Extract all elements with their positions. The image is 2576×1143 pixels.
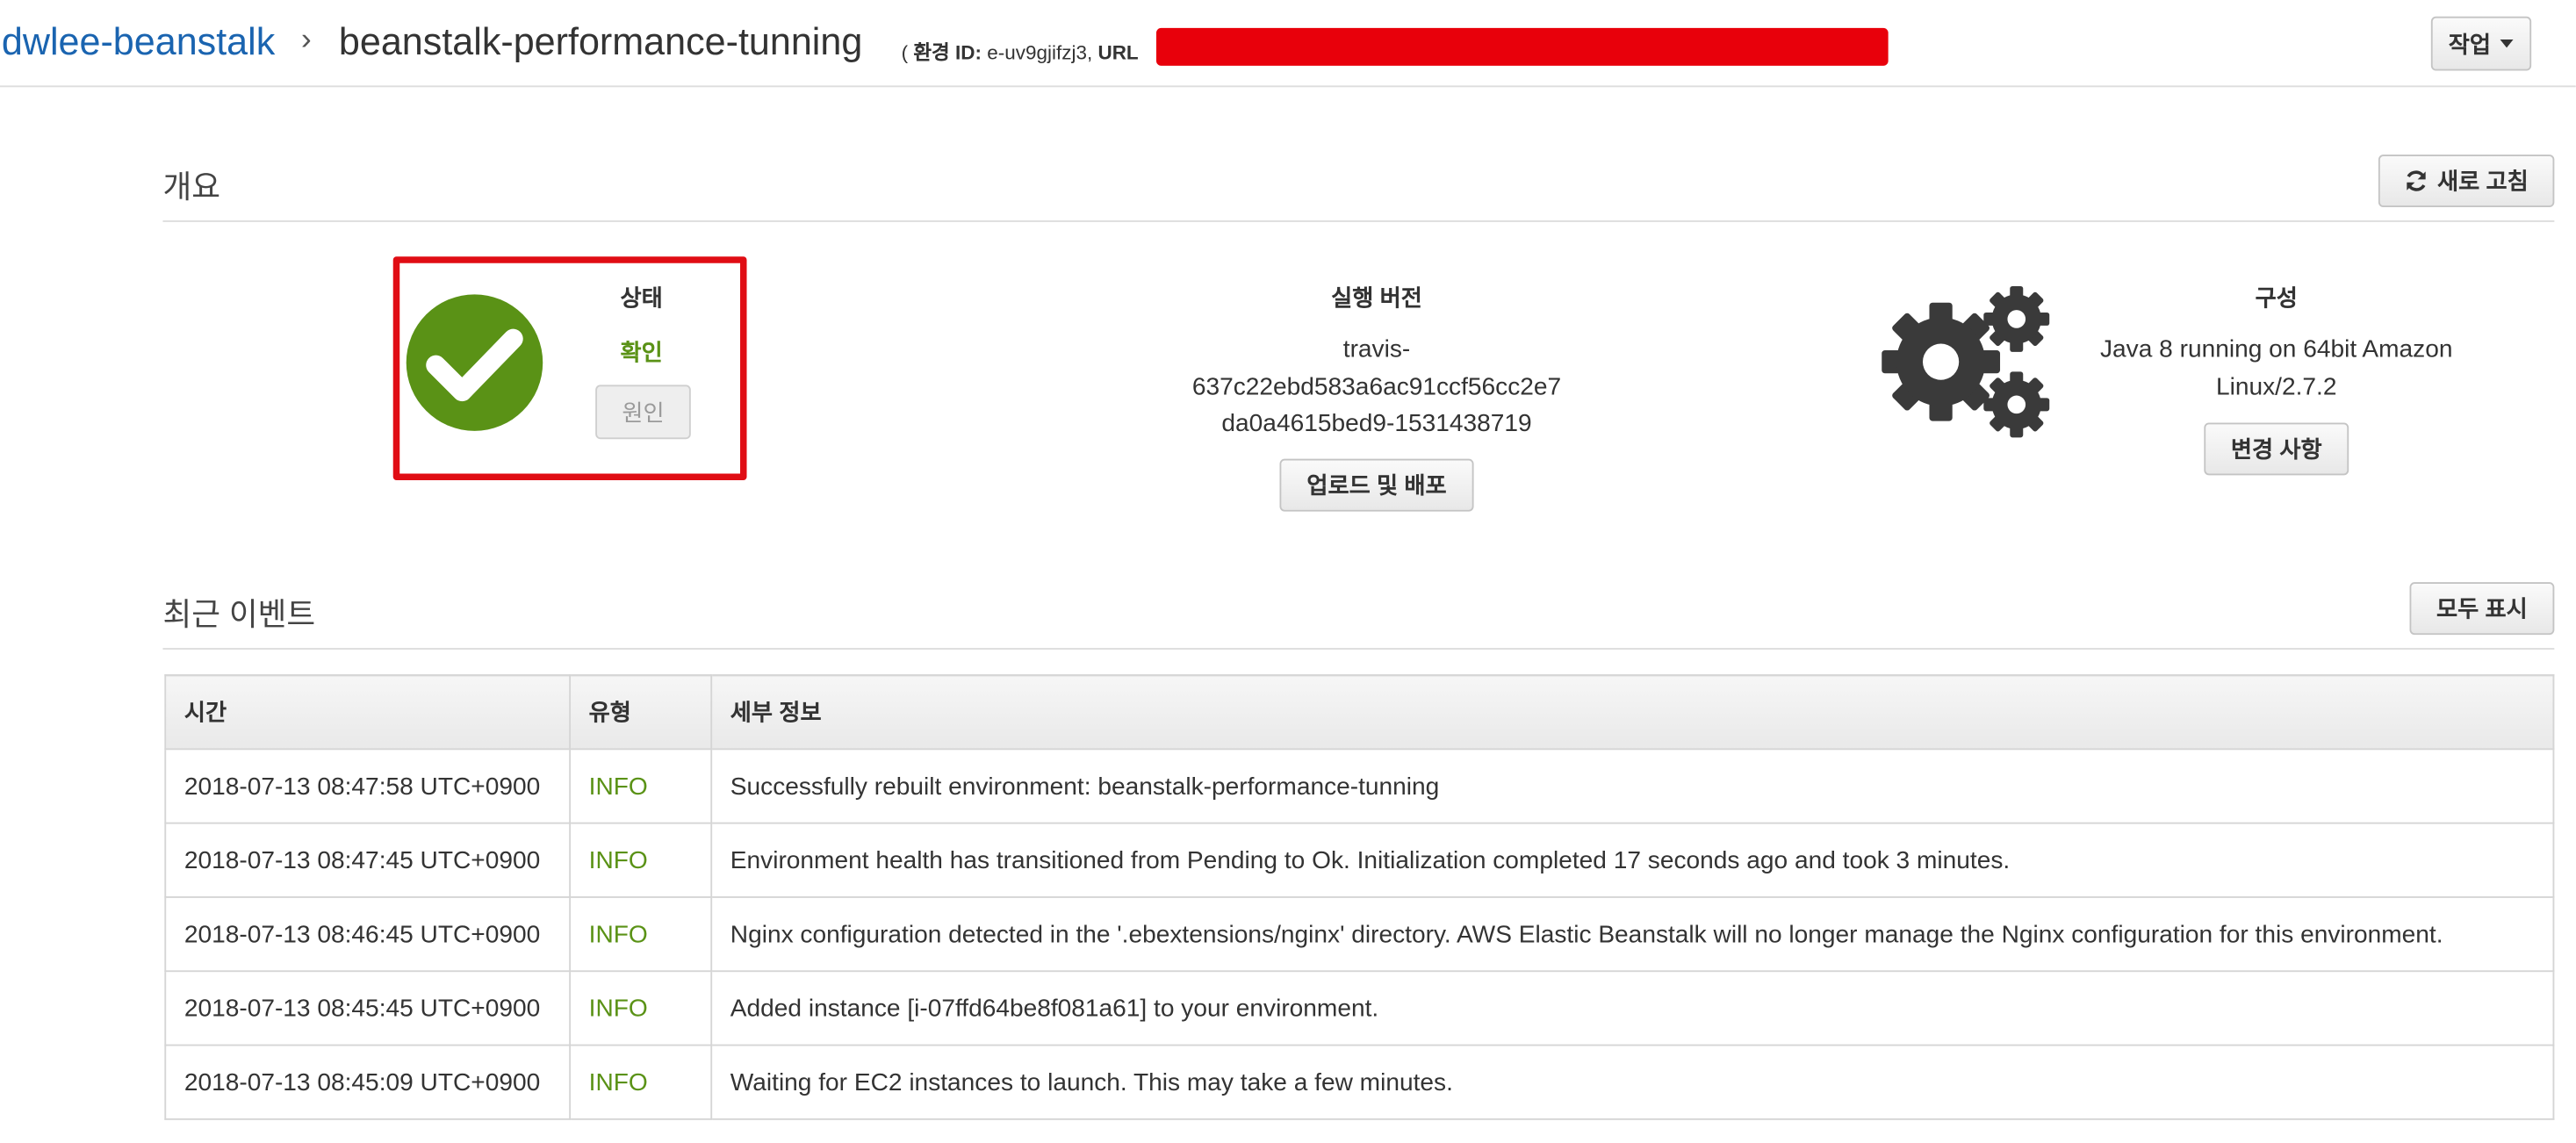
running-version-label: travis- 637c22ebd583a6ac91ccf56cc2e7 da0… xyxy=(1162,332,1590,442)
event-time: 2018-07-13 08:46:45 UTC+0900 xyxy=(164,895,572,973)
check-circle-icon xyxy=(406,294,543,431)
event-details: Environment health has transitioned from… xyxy=(710,822,2555,898)
breadcrumb-separator: › xyxy=(300,23,312,58)
refresh-icon xyxy=(2406,170,2426,191)
column-header-details[interactable]: 세부 정보 xyxy=(710,674,2555,751)
breadcrumb-application-link[interactable]: dwlee-beanstalk xyxy=(2,19,275,64)
event-type: INFO xyxy=(569,822,713,898)
health-status: 확인 xyxy=(620,338,663,365)
upload-and-deploy-button[interactable]: 업로드 및 배포 xyxy=(1279,458,1474,512)
event-time: 2018-07-13 08:45:09 UTC+0900 xyxy=(164,1044,572,1120)
version-line: 637c22ebd583a6ac91ccf56cc2e7 xyxy=(1191,372,1562,401)
page: dwlee-beanstalk › beanstalk-performance-… xyxy=(0,0,2576,1143)
actions-label: 작업 xyxy=(2448,30,2492,57)
event-time: 2018-07-13 08:45:45 UTC+0900 xyxy=(164,970,572,1046)
event-type: INFO xyxy=(569,895,713,973)
column-header-type[interactable]: 유형 xyxy=(569,674,713,751)
environment-meta: ( 환경 ID: e-uv9gjifzj3, URL xyxy=(902,38,1139,66)
overview-divider xyxy=(162,220,2555,222)
table-header-row: 시간 유형 세부 정보 xyxy=(164,674,2555,751)
cause-button[interactable]: 원인 xyxy=(595,385,691,440)
version-line: travis- xyxy=(1342,335,1411,364)
event-type: INFO xyxy=(569,748,713,824)
event-details: Waiting for EC2 instances to launch. Thi… xyxy=(710,1044,2555,1120)
table-row: 2018-07-13 08:47:45 UTC+0900 INFO Enviro… xyxy=(164,822,2555,898)
environment-name: beanstalk-performance-tunning xyxy=(338,19,863,63)
table-row: 2018-07-13 08:47:58 UTC+0900 INFO Succes… xyxy=(164,748,2555,824)
recent-events-title: 최근 이벤트 xyxy=(162,598,316,634)
env-id-label: 환경 ID: xyxy=(913,40,982,65)
events-divider xyxy=(162,648,2555,650)
running-version-title: 실행 버전 xyxy=(1331,284,1422,312)
refresh-label: 새로 고침 xyxy=(2436,168,2529,195)
version-line: da0a4615bed9-1531438719 xyxy=(1221,409,1532,438)
events-table: 시간 유형 세부 정보 2018-07-13 08:47:58 UTC+0900… xyxy=(164,674,2555,1120)
env-id-prefix: ( xyxy=(901,40,914,65)
event-type: INFO xyxy=(569,1044,713,1120)
platform-line: Linux/2.7.2 xyxy=(2216,372,2337,401)
gears-icon xyxy=(1882,285,2050,438)
event-time: 2018-07-13 08:47:45 UTC+0900 xyxy=(164,822,572,898)
event-details: Nginx configuration detected in the '.eb… xyxy=(710,895,2555,973)
url-redaction xyxy=(1155,27,1889,66)
show-all-button[interactable]: 모두 표시 xyxy=(2409,582,2555,636)
event-type: INFO xyxy=(569,970,713,1046)
health-title: 상태 xyxy=(620,284,663,312)
event-details: Added instance [i-07ffd64be8f081a61] to … xyxy=(710,970,2555,1046)
overview-title: 개요 xyxy=(162,170,220,206)
actions-dropdown-button[interactable]: 작업 xyxy=(2430,16,2532,71)
table-row: 2018-07-13 08:45:09 UTC+0900 INFO Waitin… xyxy=(164,1044,2555,1120)
refresh-button[interactable]: 새로 고침 xyxy=(2378,155,2555,208)
column-header-time[interactable]: 시간 xyxy=(164,674,572,751)
table-row: 2018-07-13 08:46:45 UTC+0900 INFO Nginx … xyxy=(164,895,2555,973)
breadcrumb: dwlee-beanstalk › beanstalk-performance-… xyxy=(0,0,2576,88)
event-time: 2018-07-13 08:47:58 UTC+0900 xyxy=(164,748,572,824)
caret-down-icon xyxy=(2500,39,2515,48)
change-button[interactable]: 변경 사항 xyxy=(2204,422,2349,476)
configuration-platform: Java 8 running on 64bit Amazon Linux/2.7… xyxy=(2085,332,2467,406)
env-id-value: e-uv9gjifzj3, xyxy=(987,40,1093,65)
configuration-title: 구성 xyxy=(2255,284,2298,312)
event-details: Successfully rebuilt environment: beanst… xyxy=(710,748,2555,824)
platform-line: Java 8 running on 64bit Amazon xyxy=(2099,335,2453,364)
url-label: URL xyxy=(1097,40,1139,65)
table-row: 2018-07-13 08:45:45 UTC+0900 INFO Added … xyxy=(164,970,2555,1046)
